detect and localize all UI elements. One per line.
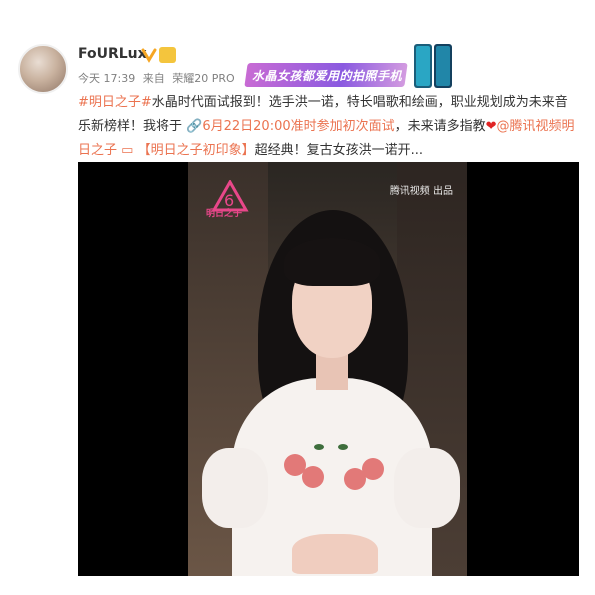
sleeve-right — [394, 448, 460, 528]
verified-icon — [141, 48, 157, 63]
rose-embroidery — [344, 468, 366, 490]
post-time: 今天 17:39 — [78, 72, 136, 85]
phone-ad-image[interactable] — [408, 42, 458, 90]
ad-text[interactable]: 水晶女孩都爱用的拍照手机 — [252, 67, 402, 84]
video-frame[interactable]: 6 明日之子 腾讯视频 出品 — [188, 162, 467, 576]
avatar[interactable] — [18, 44, 68, 94]
post-content: #明日之子#水晶时代面试报到！选手洪一诺，特长唱歌和绘画，职业规划成为未来音乐新… — [78, 91, 578, 163]
link-icon[interactable]: 🔗 — [186, 119, 202, 134]
bangs — [284, 238, 380, 286]
quote-icon[interactable]: ▭ — [121, 143, 133, 158]
hands — [292, 534, 378, 574]
username[interactable]: FoURLux — [78, 46, 147, 62]
leaf-embroidery — [338, 444, 348, 450]
show-logo-text: 明日之子 — [206, 209, 243, 219]
event-link[interactable]: 6月22日20:00准时参加初次面试 — [202, 119, 394, 134]
post-text-2: ，未来请多指教 — [394, 119, 486, 134]
quote-link[interactable]: 【明日之子初印象】 — [138, 143, 255, 158]
tencent-video-watermark: 腾讯视频 出品 — [389, 186, 453, 197]
post-text-3: 超经典！复古女孩洪一诺开... — [254, 143, 424, 158]
leaf-embroidery — [314, 444, 324, 450]
post-device[interactable]: 荣耀20 PRO — [172, 72, 234, 85]
topic-tag[interactable]: #明日之子# — [78, 95, 152, 110]
post-meta: 今天 17:39 来自 荣耀20 PRO — [78, 70, 239, 86]
level-badge-icon — [159, 47, 176, 63]
sleeve-left — [202, 448, 268, 528]
rose-embroidery — [302, 466, 324, 488]
heart-icon: ❤ — [485, 119, 497, 134]
post-source-label: 来自 — [142, 72, 165, 85]
